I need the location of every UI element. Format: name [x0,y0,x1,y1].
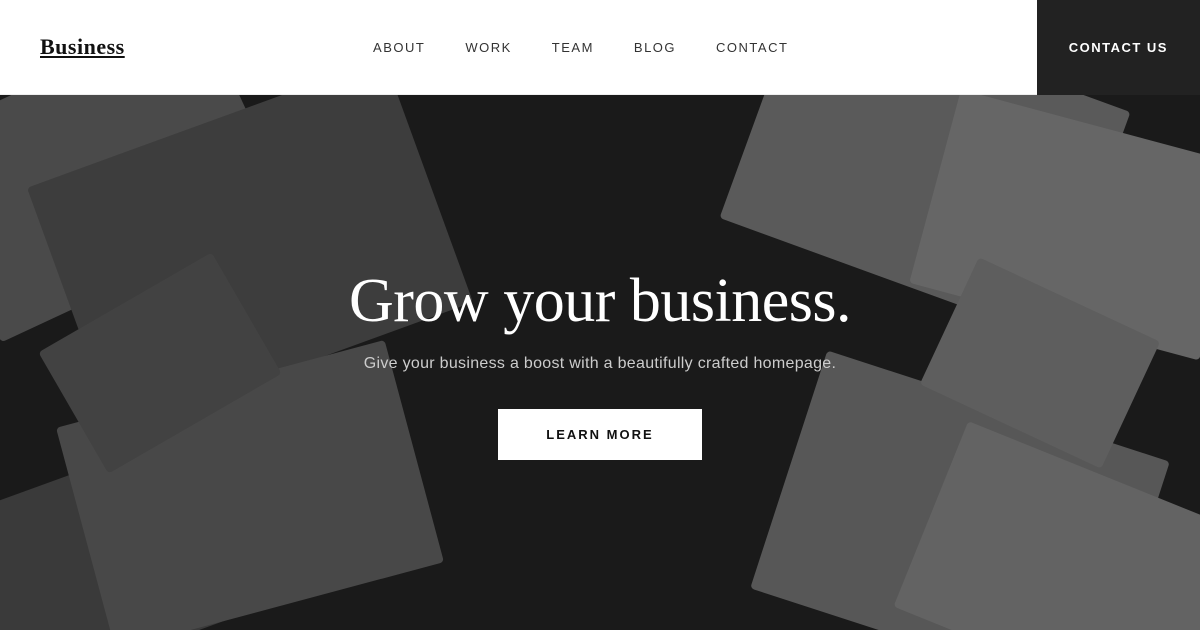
nav-item-work[interactable]: WORK [465,40,511,55]
nav: ABOUT WORK TEAM BLOG CONTACT [373,40,788,55]
hero-title: Grow your business. [349,266,851,337]
header: Business ABOUT WORK TEAM BLOG CONTACT CO… [0,0,1200,95]
nav-item-team[interactable]: TEAM [552,40,594,55]
logo[interactable]: Business [40,34,125,60]
nav-item-about[interactable]: ABOUT [373,40,425,55]
hero-subtitle: Give your business a boost with a beauti… [349,355,851,373]
hero-section: Grow your business. Give your business a… [0,95,1200,630]
contact-us-button[interactable]: CONTACT US [1037,0,1200,95]
nav-item-contact[interactable]: CONTACT [716,40,788,55]
nav-item-blog[interactable]: BLOG [634,40,676,55]
hero-content: Grow your business. Give your business a… [309,266,891,460]
learn-more-button[interactable]: LEARN MORE [498,409,701,460]
